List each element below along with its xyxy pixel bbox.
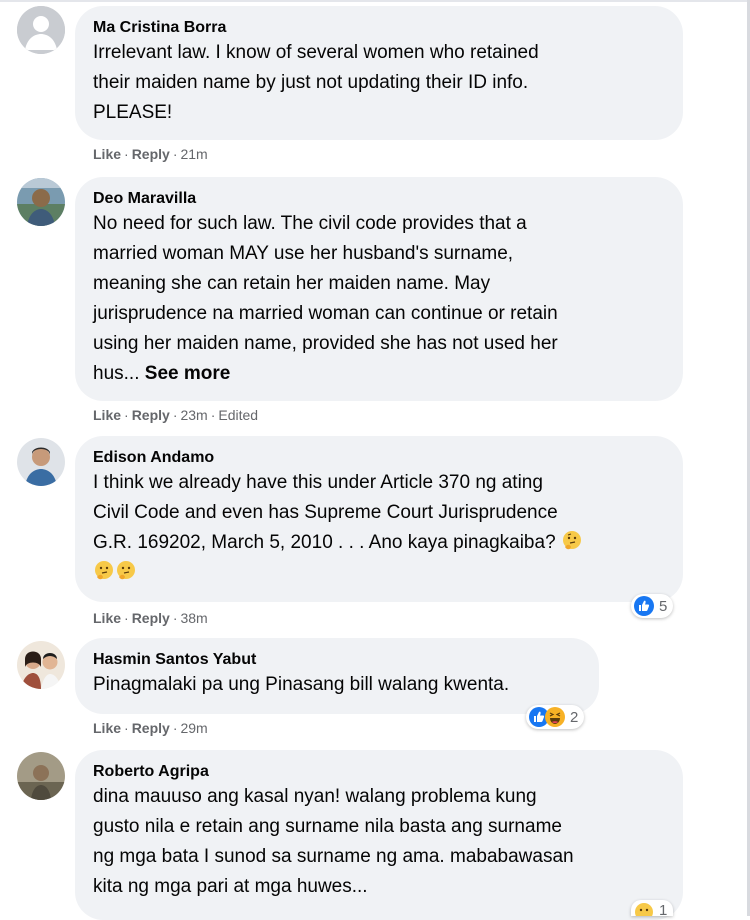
comment-line: meaning she can retain her maiden name. … xyxy=(93,273,491,294)
comment-line: dina mauuso ang kasal nyan! walang probl… xyxy=(93,786,537,807)
like-link[interactable]: Like xyxy=(93,146,121,162)
comment-bubble: Roberto Agripa dina mauuso ang kasal nya… xyxy=(75,750,683,920)
timestamp[interactable]: 29m xyxy=(180,720,207,736)
reply-link[interactable]: Reply xyxy=(132,146,170,162)
comment-line: gusto nila e retain ang surname nila bas… xyxy=(93,816,562,837)
profile-photo-icon xyxy=(17,178,65,226)
thinking-face-icon xyxy=(562,531,581,550)
reaction-summary[interactable]: 5 xyxy=(631,594,674,618)
like-reaction-icon xyxy=(634,596,654,616)
avatar-default[interactable] xyxy=(17,6,65,54)
comment-bubble: Ma Cristina Borra Irrelevant law. I know… xyxy=(75,6,683,140)
timestamp[interactable]: 23m xyxy=(180,407,207,423)
reply-link[interactable]: Reply xyxy=(132,407,170,423)
reply-link[interactable]: Reply xyxy=(132,720,170,736)
comment-author[interactable]: Ma Cristina Borra xyxy=(93,18,663,38)
emoji-line xyxy=(93,558,663,588)
comment-bubble: Hasmin Santos Yabut Pinagmalaki pa ung P… xyxy=(75,638,599,714)
top-border xyxy=(0,0,750,2)
truncated-text: hus... xyxy=(93,363,140,384)
haha-reaction-icon xyxy=(545,707,565,727)
reaction-count: 5 xyxy=(659,597,668,615)
reaction-count: 1 xyxy=(659,902,668,916)
avatar[interactable] xyxy=(17,438,65,486)
like-link[interactable]: Like xyxy=(93,610,121,626)
default-user-icon xyxy=(17,6,65,54)
thinking-face-icon xyxy=(95,561,113,580)
comment-author[interactable]: Roberto Agripa xyxy=(93,762,663,782)
reaction-summary[interactable]: 1 xyxy=(631,900,674,916)
comment-actions: Like · Reply · 23m · Edited xyxy=(93,407,259,423)
thinking-face-icon xyxy=(117,561,135,580)
profile-photo-icon xyxy=(17,641,65,689)
comment-line: PLEASE! xyxy=(93,102,173,123)
reaction-count: 2 xyxy=(570,708,579,726)
see-more-link[interactable]: See more xyxy=(145,363,231,384)
comment-author[interactable]: Deo Maravilla xyxy=(93,189,663,209)
like-link[interactable]: Like xyxy=(93,407,121,423)
comment-bubble: Deo Maravilla No need for such law. The … xyxy=(75,177,683,401)
comment-line: I think we already have this under Artic… xyxy=(93,472,543,493)
comment-actions: Like · Reply · 38m xyxy=(93,610,208,626)
comment-line: their maiden name by just not updating t… xyxy=(93,72,529,93)
comment-line: Pinagmalaki pa ung Pinasang bill walang … xyxy=(93,674,510,695)
avatar[interactable] xyxy=(17,641,65,689)
comment-line: No need for such law. The civil code pro… xyxy=(93,213,527,234)
comment-bubble: Edison Andamo I think we already have th… xyxy=(75,436,683,602)
comment-line: Civil Code and even has Supreme Court Ju… xyxy=(93,502,558,523)
timestamp[interactable]: 38m xyxy=(180,610,207,626)
comment-line: Irrelevant law. I know of several women … xyxy=(93,42,539,63)
timestamp[interactable]: 21m xyxy=(180,146,207,162)
profile-photo-icon xyxy=(17,752,65,800)
like-link[interactable]: Like xyxy=(93,720,121,736)
comment-line: jurisprudence na married woman can conti… xyxy=(93,303,558,324)
profile-photo-icon xyxy=(17,438,65,486)
comment-line-with-emoji: G.R. 169202, March 5, 2010 . . . Ano kay… xyxy=(93,528,663,558)
comment-author[interactable]: Hasmin Santos Yabut xyxy=(93,650,579,670)
reaction-summary[interactable]: 2 xyxy=(526,705,585,729)
thinking-reaction-icon xyxy=(634,902,654,916)
comment-line: ng mga bata I sunod sa surname ng ama. m… xyxy=(93,846,574,867)
comment-actions: Like · Reply · 29m xyxy=(93,720,208,736)
avatar[interactable] xyxy=(17,752,65,800)
comment-line: kita ng mga pari at mga huwes... xyxy=(93,876,368,897)
comment-line: G.R. 169202, March 5, 2010 . . . Ano kay… xyxy=(93,532,556,553)
comment-actions: Like · Reply · 21m xyxy=(93,146,208,162)
comment-line: married woman MAY use her husband's surn… xyxy=(93,243,514,264)
comment-line: using her maiden name, provided she has … xyxy=(93,333,558,354)
edited-label[interactable]: Edited xyxy=(218,407,258,423)
comment-author[interactable]: Edison Andamo xyxy=(93,448,663,468)
comment-line-truncated: hus... See more xyxy=(93,359,663,389)
avatar[interactable] xyxy=(17,178,65,226)
reply-link[interactable]: Reply xyxy=(132,610,170,626)
